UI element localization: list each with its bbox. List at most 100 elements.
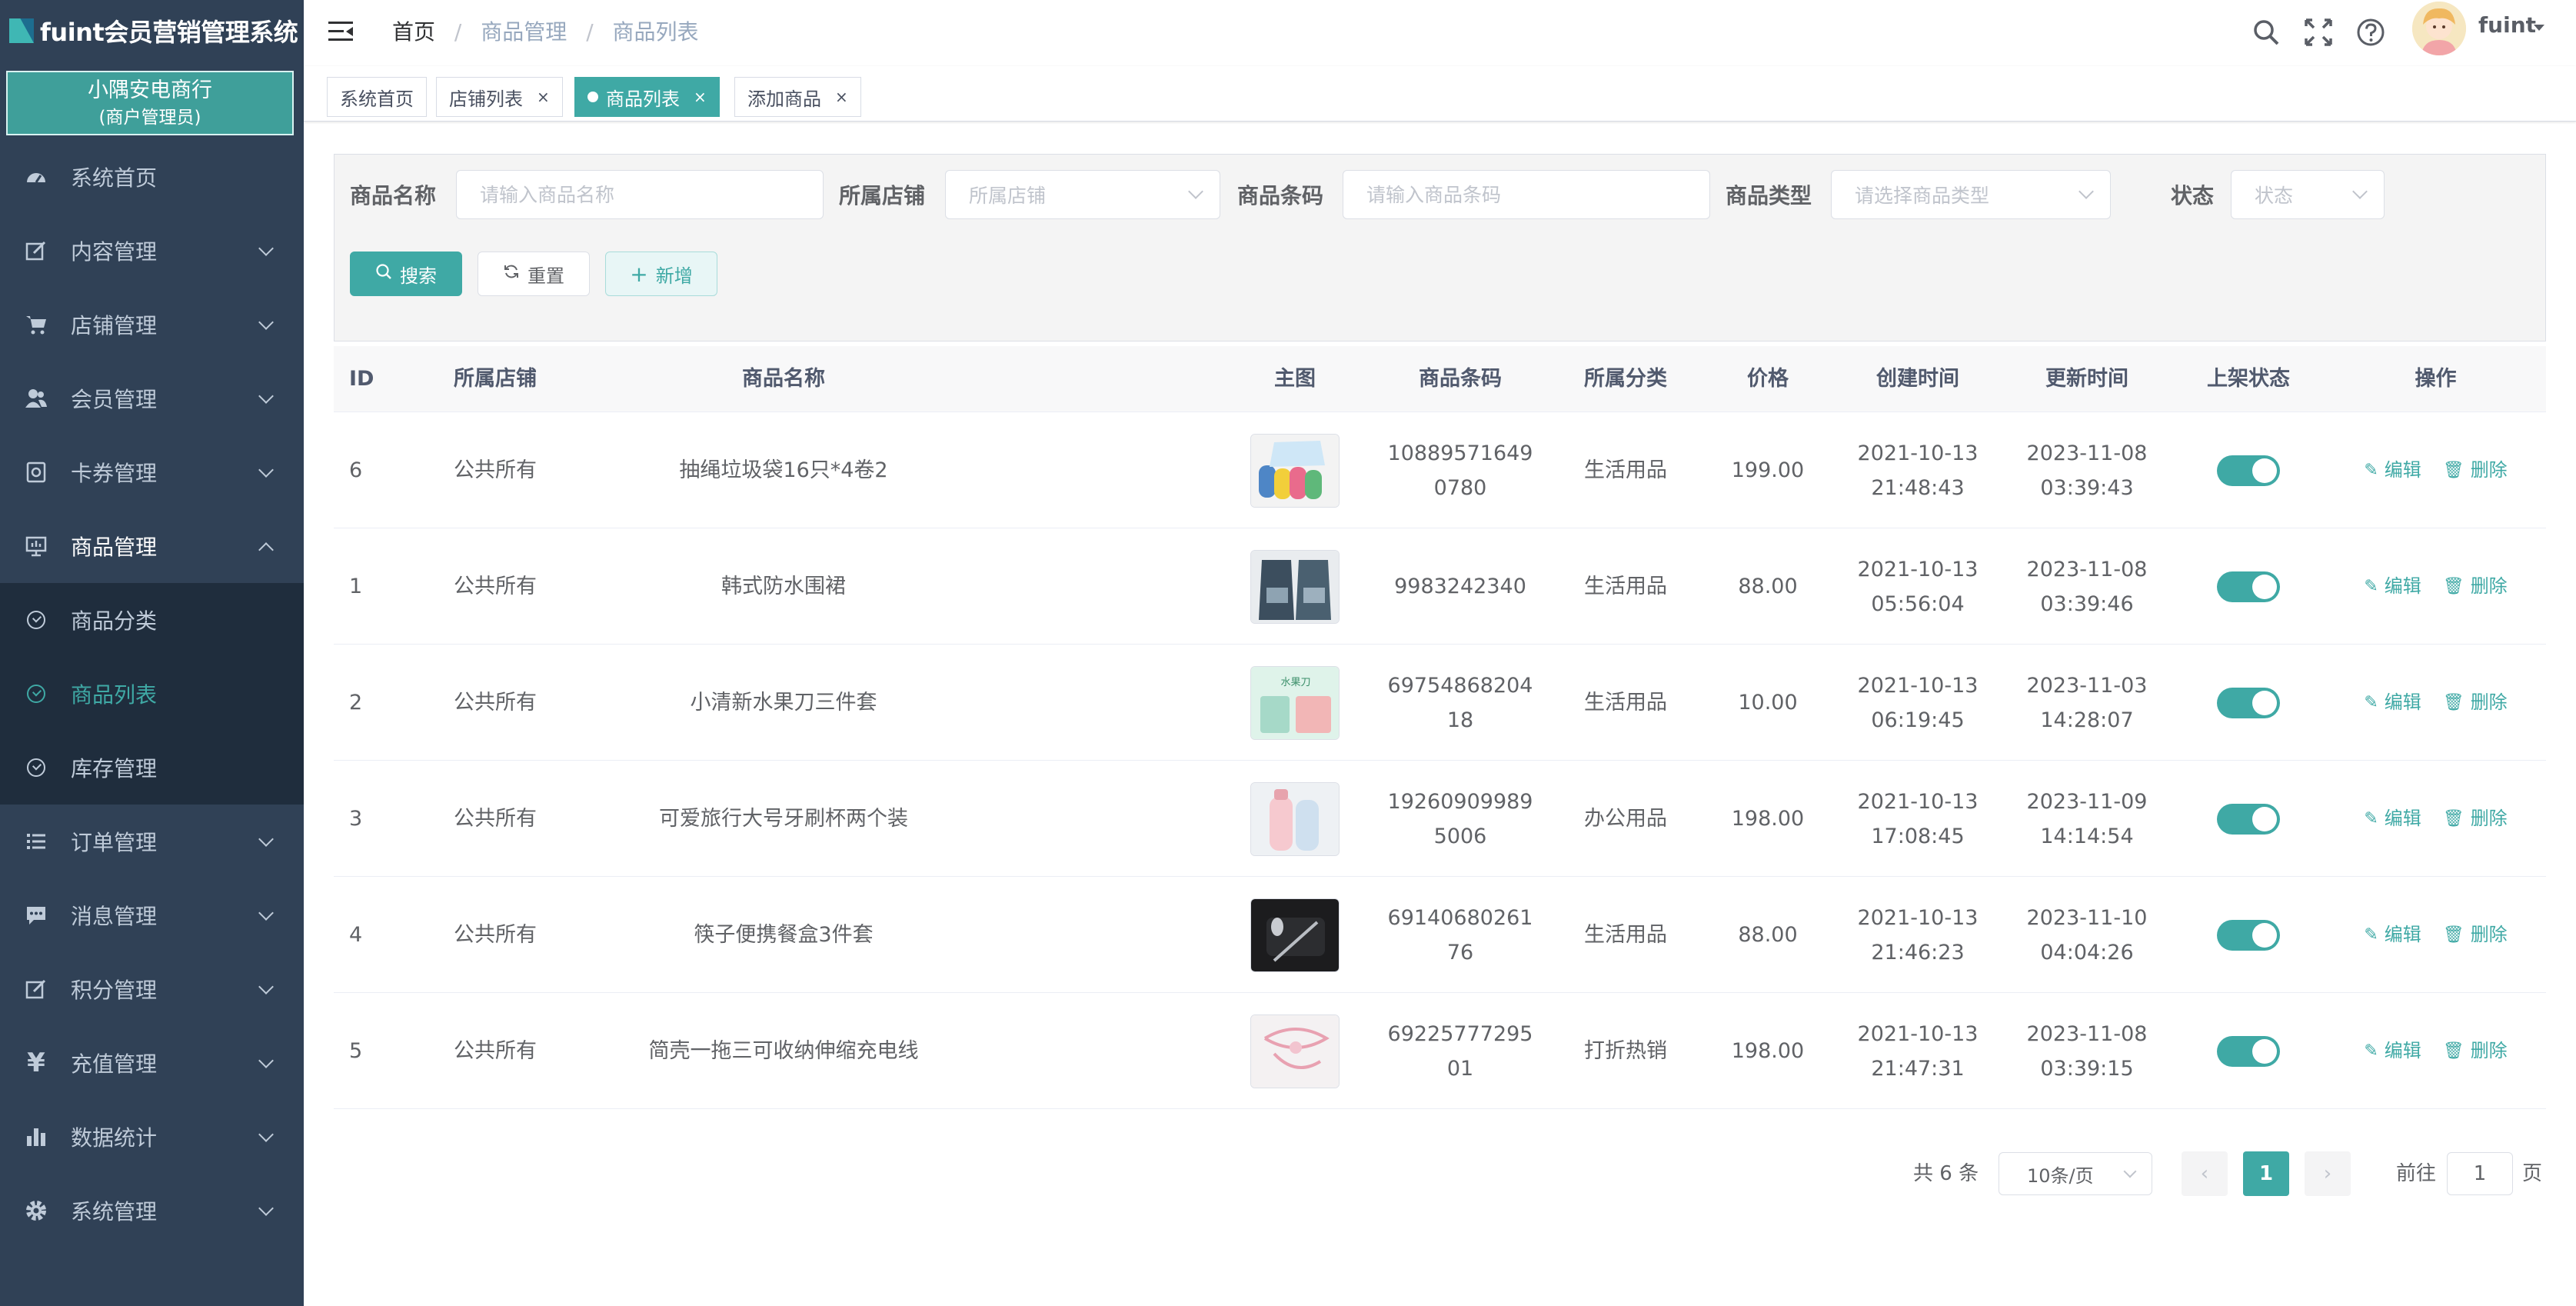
reset-button[interactable]: 重置	[478, 252, 590, 296]
delete-link[interactable]: 删除	[2471, 1034, 2508, 1068]
delete-link[interactable]: 删除	[2471, 801, 2508, 836]
tag-home[interactable]: 系统首页	[327, 77, 427, 117]
cell-store: 公共所有	[418, 993, 572, 1109]
delete-link[interactable]: 删除	[2471, 918, 2508, 952]
delete-icon: 🗑	[2442, 461, 2465, 480]
goods-thumbnail[interactable]	[1250, 898, 1340, 972]
sidebar-item-members[interactable]: 会员管理	[0, 361, 304, 435]
fullscreen-icon[interactable]	[2303, 17, 2334, 48]
shelf-status-switch[interactable]	[2217, 803, 2280, 835]
close-icon[interactable]: ×	[694, 88, 707, 106]
message-icon	[23, 902, 49, 928]
tag-label: 商品列表	[606, 88, 680, 110]
edit-link[interactable]: 编辑	[2385, 685, 2421, 720]
cell-updated: 2023-11-08 03:39:46	[2002, 528, 2172, 645]
cell-goods-name: 小清新水果刀三件套	[572, 645, 995, 761]
status-select[interactable]: 状态	[2231, 170, 2385, 219]
delete-link[interactable]: 删除	[2471, 685, 2508, 720]
caret-down-icon[interactable]	[2534, 25, 2544, 31]
hamburger-icon[interactable]	[328, 20, 353, 43]
goods-name-input[interactable]	[456, 170, 824, 219]
breadcrumb: 首页 / 商品管理 / 商品列表	[392, 17, 699, 48]
tag-add-goods[interactable]: 添加商品 ×	[734, 77, 861, 117]
store-select[interactable]: 所属店铺	[945, 170, 1220, 219]
edit-link[interactable]: 编辑	[2385, 1034, 2421, 1068]
goods-thumbnail[interactable]	[1250, 781, 1340, 856]
search-icon[interactable]	[2251, 17, 2281, 48]
shelf-status-switch[interactable]	[2217, 1035, 2280, 1067]
breadcrumb-home[interactable]: 首页	[392, 19, 435, 45]
delete-link[interactable]: 删除	[2471, 453, 2508, 488]
sidebar-item-store[interactable]: 店铺管理	[0, 288, 304, 361]
merchant-card[interactable]: 小隅安电商行 (商户管理员)	[6, 71, 294, 135]
shelf-status-switch[interactable]	[2217, 919, 2280, 951]
sidebar-item-goods-category[interactable]: 商品分类	[0, 583, 304, 657]
cell-barcode: 6922577729501	[1372, 993, 1549, 1109]
goto-page-input[interactable]	[2447, 1152, 2513, 1195]
cell-store: 公共所有	[418, 761, 572, 877]
edit-link[interactable]: 编辑	[2385, 918, 2421, 952]
sidebar-item-stock[interactable]: 库存管理	[0, 731, 304, 805]
goods-type-select[interactable]: 请选择商品类型	[1831, 170, 2111, 219]
goods-thumbnail[interactable]	[1250, 1014, 1340, 1088]
user-name[interactable]: fuint	[2478, 12, 2536, 38]
goods-thumbnail[interactable]: 水果刀	[1250, 665, 1340, 740]
sidebar-item-statistics[interactable]: 数据统计	[0, 1100, 304, 1174]
cell-text: 108895716490780	[1387, 441, 1533, 500]
sidebar-item-messages[interactable]: 消息管理	[0, 878, 304, 952]
help-icon[interactable]	[2355, 17, 2386, 48]
cell-text: 生活用品	[1584, 458, 1667, 482]
refresh-icon	[503, 263, 520, 285]
cell-actions: ✎ 编辑 🗑 删除	[2325, 993, 2546, 1109]
cell-text: 2023-11-08 03:39:15	[2026, 1021, 2148, 1081]
sidebar-item-coupons[interactable]: 卡券管理	[0, 435, 304, 509]
cell-text: 公共所有	[454, 807, 537, 831]
sidebar-item-content[interactable]: 内容管理	[0, 214, 304, 288]
cell-id: 2	[334, 645, 426, 761]
shelf-status-switch[interactable]	[2217, 455, 2280, 486]
chevron-down-icon	[258, 1127, 274, 1142]
close-icon[interactable]: ×	[537, 88, 550, 106]
cell-id: 3	[334, 761, 426, 877]
cell-text: 办公用品	[1584, 807, 1667, 831]
goods-thumbnail[interactable]	[1250, 433, 1340, 508]
sidebar-item-label: 库存管理	[71, 756, 158, 781]
prev-page-button[interactable]: ‹	[2182, 1151, 2228, 1196]
chevron-down-icon	[258, 905, 274, 921]
sidebar-item-recharge[interactable]: ¥ 充值管理	[0, 1026, 304, 1100]
barcode-label: 商品条码	[1237, 183, 1324, 208]
delete-icon: 🗑	[2442, 809, 2465, 828]
search-button[interactable]: 搜索	[350, 252, 462, 296]
delete-icon: 🗑	[2442, 577, 2465, 596]
goods-thumbnail[interactable]	[1250, 549, 1340, 624]
cell-actions: ✎ 编辑 🗑 删除	[2325, 645, 2546, 761]
avatar[interactable]	[2412, 2, 2466, 55]
close-icon[interactable]: ×	[835, 88, 848, 106]
sidebar-item-orders[interactable]: 订单管理	[0, 805, 304, 878]
delete-icon: 🗑	[2442, 693, 2465, 712]
cell-created: 2021-10-13 21:46:23	[1833, 877, 2002, 993]
tag-goods-list[interactable]: 商品列表 ×	[574, 77, 720, 117]
sidebar-item-system[interactable]: 系统管理	[0, 1174, 304, 1248]
add-goods-button[interactable]: + 新增	[605, 252, 717, 296]
app-logo: fuint会员营销管理系统	[0, 0, 304, 62]
next-page-button[interactable]: ›	[2305, 1151, 2351, 1196]
barcode-input[interactable]	[1343, 170, 1710, 219]
chevron-down-icon	[258, 241, 274, 256]
cell-goods-name: 韩式防水围裙	[572, 528, 995, 645]
cell-text: 6914068026176	[1387, 905, 1533, 965]
page-size-select[interactable]: 10条/页	[1999, 1152, 2152, 1195]
tag-store-list[interactable]: 店铺列表 ×	[436, 77, 563, 117]
sidebar-item-goods-list[interactable]: 商品列表	[0, 657, 304, 731]
shelf-status-switch[interactable]	[2217, 571, 2280, 602]
sidebar-item-points[interactable]: 积分管理	[0, 952, 304, 1026]
edit-link[interactable]: 编辑	[2385, 801, 2421, 836]
page-number-1[interactable]: 1	[2243, 1151, 2289, 1196]
col-goods-name: 商品名称	[742, 367, 825, 391]
shelf-status-switch[interactable]	[2217, 687, 2280, 718]
edit-link[interactable]: 编辑	[2385, 453, 2421, 488]
edit-link[interactable]: 编辑	[2385, 569, 2421, 604]
delete-link[interactable]: 删除	[2471, 569, 2508, 604]
sidebar-item-goods[interactable]: 商品管理	[0, 509, 304, 583]
sidebar-item-home[interactable]: 系统首页	[0, 140, 304, 214]
